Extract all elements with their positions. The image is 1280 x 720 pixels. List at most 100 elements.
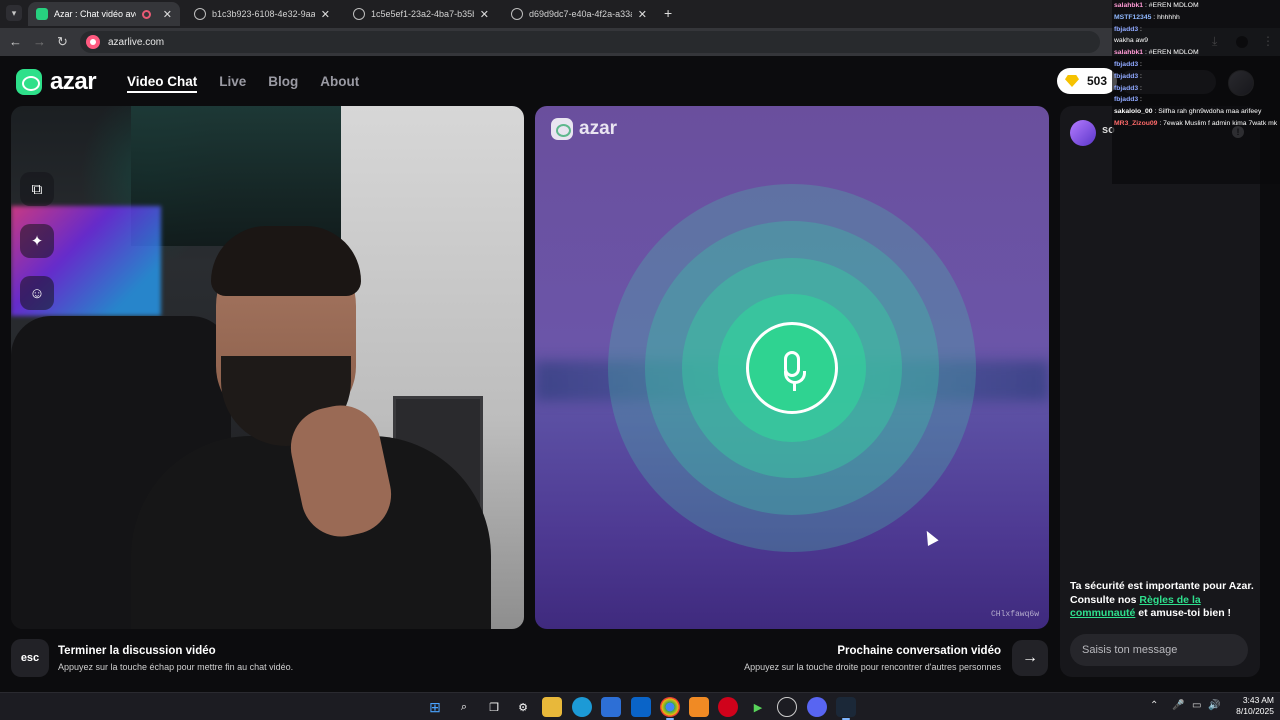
safety-notice: Ta sécurité est importante pour Azar. Co… bbox=[1070, 580, 1255, 621]
tab-3[interactable]: 1c5e5ef1-23a2-4ba7-b35b-e0d ✕ bbox=[345, 2, 497, 26]
opera-icon[interactable] bbox=[718, 697, 738, 717]
nav-video-chat[interactable]: Video Chat bbox=[127, 74, 198, 93]
forward-icon[interactable]: → bbox=[33, 34, 46, 49]
arrow-right-icon: → bbox=[1022, 649, 1038, 666]
gems-balance-button[interactable]: 503 bbox=[1057, 68, 1118, 94]
tab-title: Azar : Chat vidéo avec de n bbox=[54, 9, 136, 19]
steam-icon[interactable] bbox=[836, 697, 856, 720]
tab-title: b1c3b923-6108-4e32-9aa0-430 bbox=[212, 9, 315, 19]
stream-chat-message: wakha aw9 bbox=[1114, 37, 1149, 45]
effects-button[interactable]: ✦ bbox=[20, 224, 54, 258]
logo-text: azar bbox=[579, 118, 618, 139]
session-id: CHlxfawq6w bbox=[990, 610, 1039, 619]
tab-title: d69d9dc7-e40a-4f2a-a33a-132 bbox=[529, 9, 632, 19]
new-tab-button[interactable]: + bbox=[664, 5, 672, 21]
stream-chat-username: MSTF12345 bbox=[1114, 13, 1152, 21]
microphone-tray-icon[interactable]: 🎤 bbox=[1172, 700, 1184, 711]
volume-tray-icon[interactable]: 🔊 bbox=[1208, 700, 1220, 711]
windows-taskbar: ⊞ ⌕ ❐ ⚙ ▶ ⌃ 🎤 ▭ 🔊 3:43 AM 8/10/2025 bbox=[0, 692, 1280, 720]
end-chat-subtitle: Appuyez sur la touche échap pour mettre … bbox=[58, 662, 294, 672]
stream-chat-line: fbjadd3 : bbox=[1112, 24, 1280, 36]
close-tab-icon[interactable]: ✕ bbox=[321, 8, 330, 21]
chrome-icon[interactable] bbox=[660, 697, 680, 720]
nav-about[interactable]: About bbox=[320, 74, 359, 93]
stream-chat-line: salahbk1 : #EREN MDLOM bbox=[1112, 47, 1280, 59]
stream-chat-line: MSTF12345 : hhhhhh bbox=[1112, 12, 1280, 24]
stream-chat-message: : bbox=[1138, 84, 1142, 92]
stream-chat-overlay: salahbk1 : #EREN MDLOM MSTF12345 : hhhhhh… bbox=[1112, 0, 1280, 184]
nav-live[interactable]: Live bbox=[219, 74, 246, 93]
sparkle-icon: ✦ bbox=[30, 233, 44, 250]
clock-date: 8/10/2025 bbox=[1236, 706, 1274, 716]
chat-panel: so ! Ta sécurité est importante pour Aza… bbox=[1060, 106, 1260, 677]
tab-title: 1c5e5ef1-23a2-4ba7-b35b-e0d bbox=[371, 9, 474, 19]
nav-blog[interactable]: Blog bbox=[268, 74, 298, 93]
end-chat-button[interactable]: esc bbox=[11, 639, 49, 677]
tab-2[interactable]: b1c3b923-6108-4e32-9aa0-430 ✕ bbox=[186, 2, 338, 26]
site-info-icon[interactable] bbox=[86, 35, 100, 49]
globe-icon bbox=[511, 8, 523, 20]
stream-chat-username: salahbk1 bbox=[1114, 2, 1144, 9]
message-input[interactable] bbox=[1070, 634, 1248, 666]
stream-chat-line: fbjadd3 : bbox=[1112, 83, 1280, 95]
azar-favicon-icon bbox=[36, 8, 48, 20]
system-clock[interactable]: 3:43 AM 8/10/2025 bbox=[1222, 695, 1274, 717]
background-poster bbox=[131, 106, 341, 246]
store-icon[interactable] bbox=[601, 697, 621, 717]
url-field[interactable]: azarlive.com bbox=[80, 31, 1100, 53]
file-explorer-icon[interactable] bbox=[542, 697, 562, 717]
settings-icon[interactable]: ⚙ bbox=[513, 697, 533, 717]
tab-azar[interactable]: Azar : Chat vidéo avec de n ✕ bbox=[28, 2, 180, 26]
swap-camera-button[interactable]: ⧉ bbox=[20, 172, 54, 206]
url-text: azarlive.com bbox=[108, 36, 165, 48]
reload-icon[interactable]: ↻ bbox=[57, 34, 68, 50]
stream-chat-username: fbjadd3 bbox=[1114, 25, 1139, 33]
tab-search-button[interactable]: ▾ bbox=[6, 5, 22, 21]
close-tab-icon[interactable]: ✕ bbox=[638, 8, 647, 21]
vlc-icon[interactable] bbox=[689, 697, 709, 717]
stream-chat-message: : #EREN MDLOM bbox=[1143, 49, 1199, 57]
app-icon[interactable] bbox=[777, 697, 797, 717]
stream-chat-line: fbjadd3 : bbox=[1112, 94, 1280, 106]
next-chat-button[interactable]: → bbox=[1012, 640, 1048, 676]
stream-chat-username: fbjadd3 bbox=[1114, 72, 1139, 80]
stream-chat-message: : bbox=[1138, 72, 1142, 80]
search-icon[interactable]: ⌕ bbox=[454, 697, 474, 717]
globe-icon bbox=[194, 8, 206, 20]
face-filter-button[interactable]: ☺ bbox=[20, 276, 54, 310]
partner-video-logo: azar bbox=[551, 118, 617, 140]
stream-chat-message: : bbox=[1138, 96, 1142, 104]
display-tray-icon[interactable]: ▭ bbox=[1192, 700, 1201, 711]
windows-start-icon[interactable]: ⊞ bbox=[425, 697, 445, 717]
recording-icon bbox=[141, 9, 151, 19]
microphone-stem bbox=[793, 383, 796, 391]
azar-logo[interactable]: azar bbox=[16, 68, 97, 96]
logo-text: azar bbox=[50, 68, 97, 95]
stream-chat-line: fbjadd3 : bbox=[1112, 59, 1280, 71]
main-nav: Video Chat Live Blog About bbox=[127, 74, 359, 93]
close-tab-icon[interactable]: ✕ bbox=[480, 8, 489, 21]
stream-chat-username: fbjadd3 bbox=[1114, 84, 1139, 92]
tab-4[interactable]: d69d9dc7-e40a-4f2a-a33a-132 ✕ bbox=[503, 2, 655, 26]
my-camera-video bbox=[11, 106, 524, 629]
microphone-indicator bbox=[746, 322, 838, 414]
game-app-icon[interactable]: ▶ bbox=[748, 697, 768, 717]
partner-video: azar CHlxfawq6w bbox=[535, 106, 1049, 629]
stream-chat-username: salahbk1 bbox=[1114, 49, 1144, 57]
stream-chat-message: : Silfha rah ghn9wdoha maa arifeey bbox=[1152, 108, 1262, 116]
edge-icon[interactable] bbox=[572, 697, 592, 717]
close-tab-icon[interactable]: ✕ bbox=[163, 8, 172, 21]
person-hair bbox=[211, 226, 361, 296]
address-bar: ← → ↻ azarlive.com ⤓ ⋮ bbox=[0, 28, 1280, 56]
partner-avatar[interactable] bbox=[1070, 120, 1096, 146]
swap-camera-icon: ⧉ bbox=[31, 180, 43, 198]
stream-chat-username: sakalolo_00 bbox=[1114, 108, 1153, 116]
clock-time: 3:43 AM bbox=[1242, 695, 1274, 705]
azar-logo-icon bbox=[551, 118, 573, 140]
back-icon[interactable]: ← bbox=[9, 34, 22, 49]
discord-icon[interactable] bbox=[807, 697, 827, 717]
task-view-icon[interactable]: ❐ bbox=[484, 697, 504, 717]
tray-overflow-icon[interactable]: ⌃ bbox=[1150, 700, 1158, 711]
outlook-icon[interactable] bbox=[631, 697, 651, 717]
stream-chat-message: : bbox=[1138, 60, 1142, 68]
